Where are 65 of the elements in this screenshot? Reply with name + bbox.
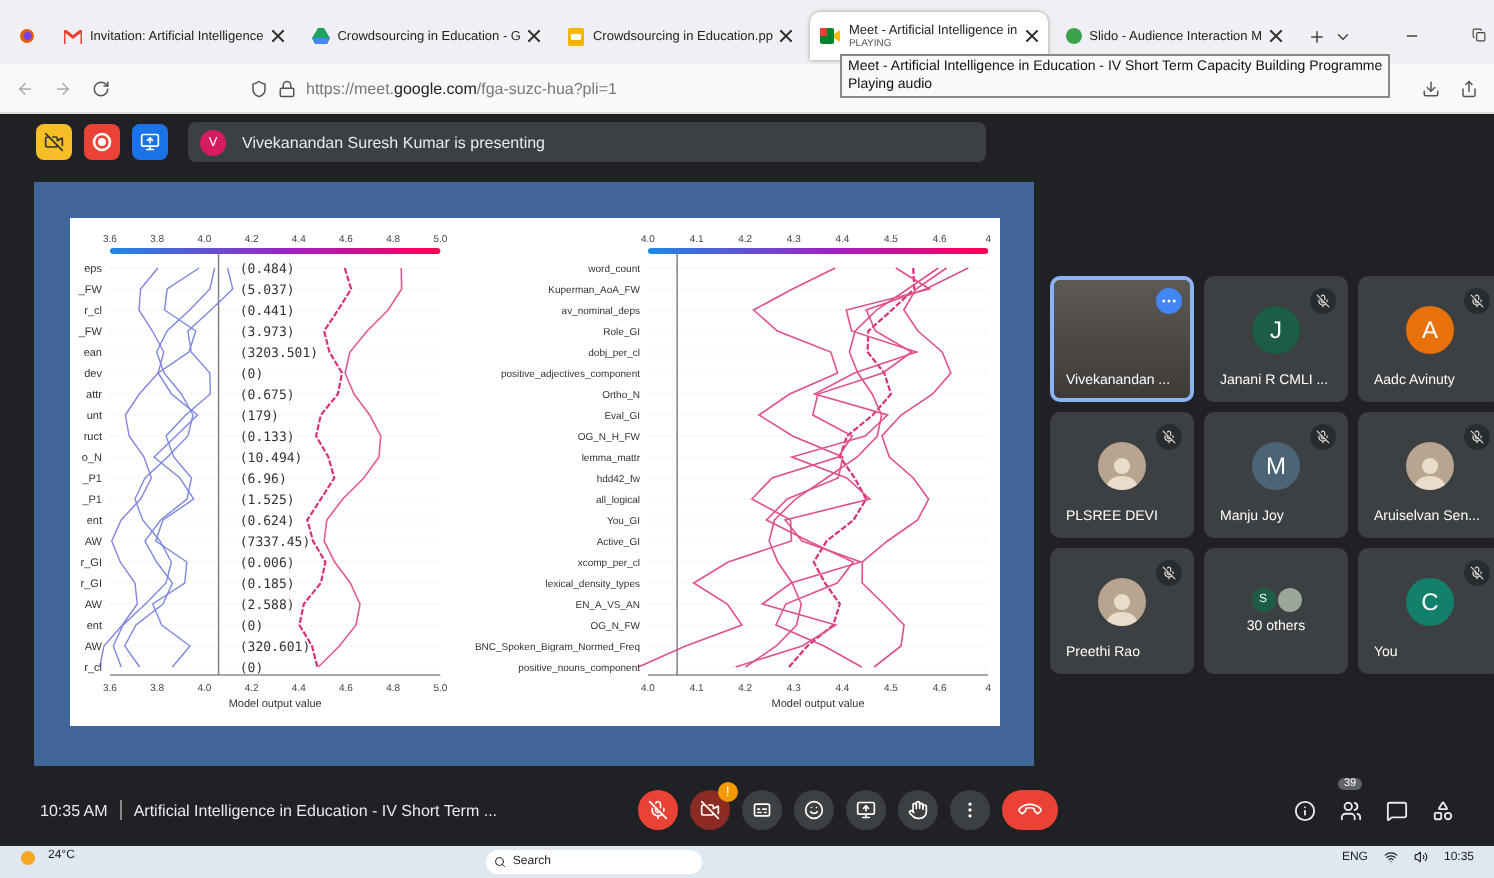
slides-off-button[interactable] — [36, 124, 72, 160]
mic-off-icon — [1470, 430, 1484, 444]
info-icon[interactable] — [1294, 799, 1316, 821]
raise-hand-button[interactable] — [897, 790, 938, 830]
avatar-placeholder — [1406, 441, 1454, 489]
wifi-icon[interactable] — [1383, 850, 1398, 864]
video-off-icon — [44, 132, 64, 152]
microphone-button[interactable] — [637, 790, 678, 830]
record-button[interactable] — [84, 124, 120, 160]
more-options-button[interactable] — [949, 790, 990, 830]
download-icon[interactable] — [1422, 79, 1440, 97]
hand-icon — [907, 800, 928, 820]
shield-icon — [250, 79, 268, 97]
mic-off-icon — [1470, 294, 1484, 308]
present-icon — [855, 800, 876, 820]
camera-icon — [820, 28, 841, 44]
captions-icon — [751, 800, 772, 820]
mic-off-icon — [647, 800, 668, 820]
triangle-icon — [311, 28, 330, 44]
restore-icon[interactable] — [1472, 28, 1486, 46]
avatar-initial: M — [1252, 441, 1300, 489]
shapes-icon[interactable] — [1432, 799, 1454, 821]
avatar-placeholder — [1098, 577, 1146, 625]
close-icon[interactable] — [1270, 30, 1282, 42]
search-icon — [494, 856, 507, 868]
close-icon[interactable] — [271, 30, 284, 42]
avatar-placeholder — [1098, 441, 1146, 489]
avatar-initial: C — [1406, 577, 1454, 625]
camera-off-icon — [699, 800, 720, 820]
close-icon[interactable] — [1025, 30, 1038, 42]
browser-logo-icon — [20, 26, 34, 46]
reload-icon[interactable] — [92, 79, 110, 97]
close-icon[interactable] — [528, 30, 541, 42]
presenter-text: Vivekanandan Suresh Kumar is presenting — [242, 133, 545, 151]
slides-icon — [568, 27, 585, 45]
chevron-down-icon[interactable] — [1334, 28, 1352, 46]
mic-off-icon — [1316, 430, 1330, 444]
present-button[interactable] — [845, 790, 886, 830]
share-icon[interactable] — [1460, 79, 1478, 97]
mic-off-icon — [1162, 430, 1176, 444]
lock-icon — [278, 79, 296, 97]
smile-icon — [803, 800, 824, 820]
mic-off-icon — [1316, 294, 1330, 308]
document-button[interactable] — [132, 124, 168, 160]
meeting-title: Artificial Intelligence in Education - IV Short Term ... — [133, 801, 500, 819]
url-field[interactable]: https://meet.google.com/fga-suzc-hua?pli=1 — [306, 79, 617, 97]
weather-icon — [20, 850, 36, 866]
volume-icon[interactable] — [1413, 850, 1428, 864]
record-icon — [92, 132, 112, 152]
close-icon[interactable] — [780, 30, 793, 42]
avatar-placeholder — [1277, 588, 1301, 612]
captions-button[interactable] — [741, 790, 782, 830]
mic-off-icon — [1162, 566, 1176, 580]
circle-icon — [1065, 28, 1082, 44]
avatar-initial: J — [1252, 305, 1300, 353]
mail-icon — [64, 29, 82, 43]
new-tab-icon[interactable] — [1308, 28, 1326, 46]
meeting-time: 10:35 AM — [40, 801, 108, 819]
monitor-icon — [140, 132, 160, 152]
end-call-button[interactable] — [1001, 790, 1058, 830]
mic-off-icon — [1470, 566, 1484, 580]
avatar-initial: A — [1406, 305, 1454, 353]
chat-icon[interactable] — [1386, 799, 1408, 821]
video-placeholder — [1054, 280, 1190, 398]
emoji-button[interactable] — [793, 790, 834, 830]
